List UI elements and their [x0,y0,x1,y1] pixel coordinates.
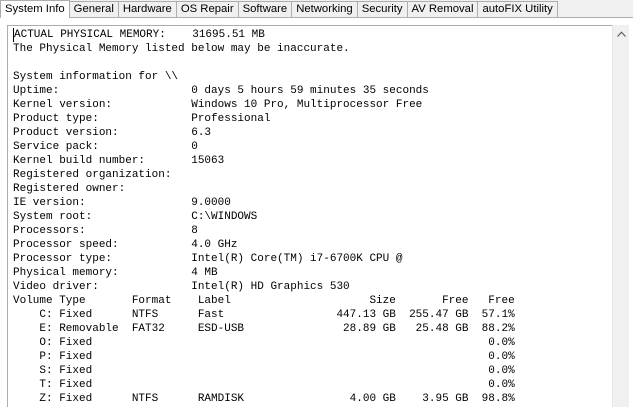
report-line: Product type: Professional [13,113,271,125]
tab-hardware[interactable]: Hardware [117,1,177,18]
report-line: ACTUAL PHYSICAL MEMORY: 31695.51 MB [13,28,515,42]
report-line: System root: C:\WINDOWS [13,211,258,223]
report-line: Processor speed: 4.0 GHz [13,239,238,251]
report-line [13,56,515,70]
report-line: Service pack: 0 [13,141,198,153]
report-line: Product version: 6.3 [13,127,212,139]
tab-av-removal[interactable]: AV Removal [406,1,479,18]
report-line: Kernel version: Windows 10 Pro, Multipro… [13,99,423,111]
vertical-scrollbar[interactable] [612,25,629,407]
report-line: Uptime: 0 days 5 hours 59 minutes 35 sec… [13,85,429,97]
chevron-up-icon [617,30,626,37]
report-line: C: Fixed NTFS Fast 447.13 GB 255.47 GB 5… [13,309,515,321]
tab-autofix-utility[interactable]: autoFIX Utility [477,1,558,18]
system-info-panel: ACTUAL PHYSICAL MEMORY: 31695.51 MB The P… [0,17,633,407]
report-line: Processor type: Intel(R) Core(TM) i7-670… [13,253,403,265]
report-line: Video driver: Intel(R) HD Graphics 530 [13,281,350,293]
scroll-up-button[interactable] [613,25,630,42]
report-line: Kernel build number: 15063 [13,155,225,167]
report-line: Processors: 8 [13,225,198,237]
report-line: Registered owner: [13,183,126,195]
system-info-report[interactable]: ACTUAL PHYSICAL MEMORY: 31695.51 MB The P… [7,25,612,407]
report-line: S: Fixed 0.0% [13,365,515,377]
report-lines: ACTUAL PHYSICAL MEMORY: 31695.51 MB The P… [13,28,515,406]
report-line: Physical memory: 4 MB [13,267,218,279]
report-line: E: Removable FAT32 ESD-USB 28.89 GB 25.4… [13,323,515,335]
tab-networking[interactable]: Networking [291,1,358,18]
report-line: IE version: 9.0000 [13,197,231,209]
tab-os-repair[interactable]: OS Repair [175,1,239,18]
report-line: P: Fixed 0.0% [13,351,515,363]
report-line: The Physical Memory listed below may be … [13,43,350,55]
tab-software[interactable]: Software [237,1,293,18]
tab-system-info[interactable]: System Info [0,0,70,18]
tab-bar: System Info General Hardware OS Repair Softw… [0,0,633,18]
report-line: Registered organization: [13,169,172,181]
tab-security[interactable]: Security [356,1,408,18]
report-line: Volume Type Format Label Size Free Free [13,295,515,307]
report-line: T: Fixed 0.0% [13,379,515,391]
report-line: System information for \\ [13,71,179,83]
tab-general[interactable]: General [68,1,119,18]
report-line: Z: Fixed NTFS RAMDISK 4.00 GB 3.95 GB 98… [13,393,515,405]
report-line: O: Fixed 0.0% [13,337,515,349]
